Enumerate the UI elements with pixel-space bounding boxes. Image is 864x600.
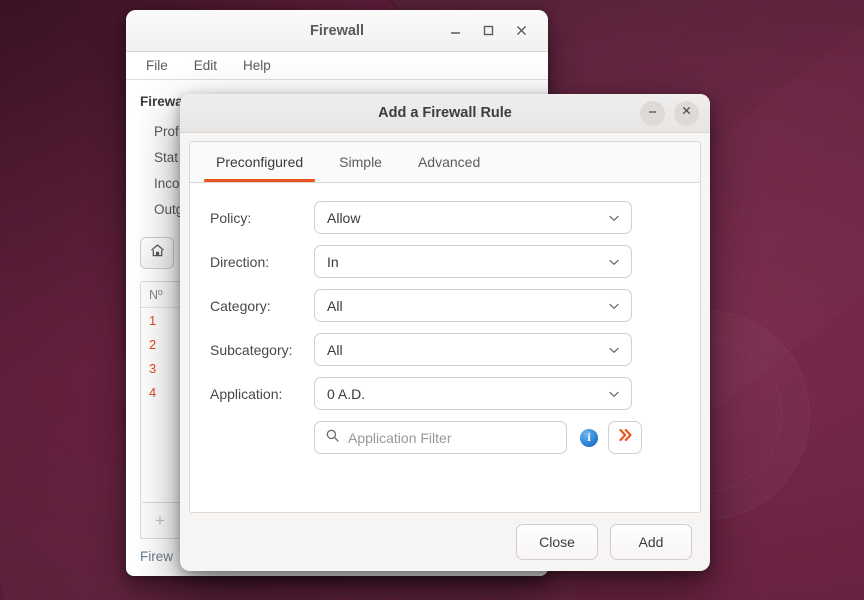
menu-item-help[interactable]: Help [235, 56, 279, 75]
dialog-minimize-button[interactable] [640, 100, 665, 126]
application-value: 0 A.D. [327, 385, 366, 402]
dialog-window-controls [640, 100, 710, 126]
main-menubar: File Edit Help [126, 52, 548, 80]
cell-number: 1 [149, 312, 157, 328]
close-button[interactable]: Close [516, 524, 598, 560]
application-filter-input[interactable]: Application Filter [314, 421, 567, 454]
apply-filter-button[interactable] [608, 421, 642, 454]
add-rule-button[interactable]: + [155, 512, 165, 529]
application-filter-placeholder: Application Filter [348, 429, 452, 446]
chevron-down-icon [607, 387, 621, 401]
chevron-down-icon [607, 299, 621, 313]
subcategory-label: Subcategory: [210, 341, 293, 358]
category-select[interactable]: All [314, 289, 632, 322]
dialog-title: Add a Firewall Rule [378, 105, 512, 121]
add-firewall-rule-dialog: Add a Firewall Rule Preconfigured Simple… [180, 94, 710, 571]
add-button[interactable]: Add [610, 524, 692, 560]
direction-select[interactable]: In [314, 245, 632, 278]
application-select[interactable]: 0 A.D. [314, 377, 632, 410]
direction-value: In [327, 253, 339, 270]
close-icon [680, 104, 693, 122]
home-icon [149, 242, 166, 264]
dialog-close-button[interactable] [674, 100, 699, 126]
main-window-controls [447, 22, 548, 39]
application-filter-row: Application Filter i [314, 421, 700, 454]
chevron-down-icon [607, 343, 621, 357]
policy-value: Allow [327, 209, 361, 226]
home-button[interactable] [140, 237, 174, 269]
minimize-icon [646, 104, 659, 122]
menu-item-edit[interactable]: Edit [186, 56, 225, 75]
category-value: All [327, 297, 343, 314]
dialog-body: Preconfigured Simple Advanced Policy: Al… [180, 133, 710, 571]
chevron-down-icon [607, 255, 621, 269]
field-row-application: Application: 0 A.D. [210, 377, 700, 410]
subcategory-value: All [327, 341, 343, 358]
cell-number: 3 [149, 360, 157, 376]
main-titlebar: Firewall [126, 10, 548, 52]
field-row-policy: Policy: Allow [210, 201, 700, 234]
field-row-category: Category: All [210, 289, 700, 322]
maximize-icon[interactable] [480, 22, 497, 39]
tab-simple[interactable]: Simple [321, 142, 400, 182]
tab-advanced[interactable]: Advanced [400, 142, 498, 182]
tab-preconfigured[interactable]: Preconfigured [198, 142, 321, 182]
search-icon [325, 428, 340, 448]
field-row-direction: Direction: In [210, 245, 700, 278]
dialog-footer: Close Add [189, 513, 701, 571]
info-icon[interactable]: i [580, 428, 598, 447]
preconfigured-form: Policy: Allow Direction: In Category: Al… [190, 183, 700, 512]
policy-label: Policy: [210, 209, 252, 226]
minimize-icon[interactable] [447, 22, 464, 39]
double-chevron-right-icon [616, 426, 634, 449]
cell-number: 4 [149, 384, 157, 400]
cell-number: 2 [149, 336, 157, 352]
chevron-down-icon [607, 211, 621, 225]
close-icon[interactable] [513, 22, 530, 39]
application-label: Application: [210, 385, 283, 402]
tab-bar: Preconfigured Simple Advanced [190, 142, 700, 183]
subcategory-select[interactable]: All [314, 333, 632, 366]
dialog-titlebar: Add a Firewall Rule [180, 94, 710, 133]
field-row-subcategory: Subcategory: All [210, 333, 700, 366]
direction-label: Direction: [210, 253, 270, 270]
column-header-number: Nº [149, 287, 163, 302]
policy-select[interactable]: Allow [314, 201, 632, 234]
category-label: Category: [210, 297, 271, 314]
menu-item-file[interactable]: File [138, 56, 176, 75]
desktop: Firewall File Edit Help Firewall Prof St [0, 0, 864, 600]
tab-panel: Preconfigured Simple Advanced Policy: Al… [189, 141, 701, 513]
